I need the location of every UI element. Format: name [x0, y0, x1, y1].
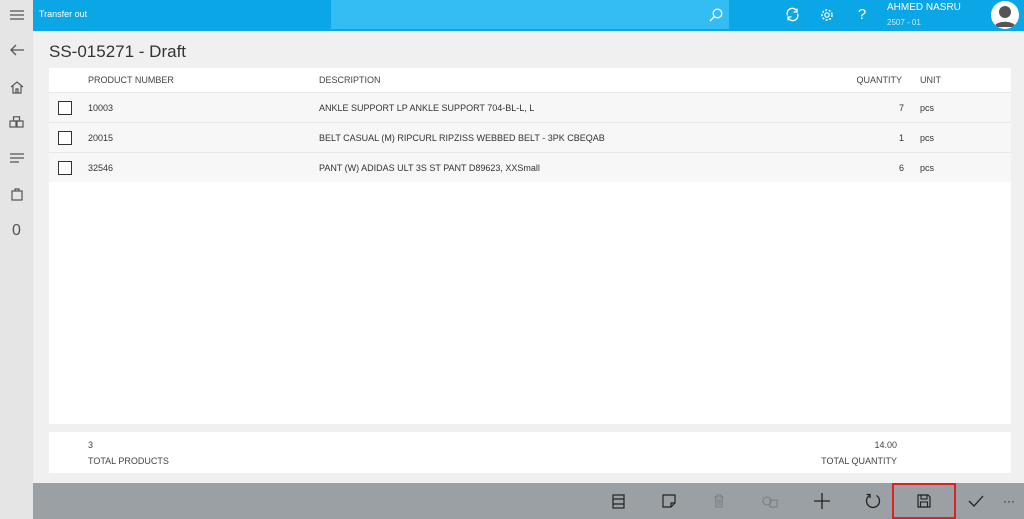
navigation-rail: 0	[0, 0, 33, 519]
product-description: ANKLE SUPPORT LP ANKLE SUPPORT 704-BL-L,…	[319, 103, 535, 113]
row-checkbox[interactable]	[58, 101, 72, 115]
app-window: 0 Transfer out ? AHMED NASRU 2507 - 01 S…	[0, 0, 1024, 519]
table-row[interactable]: 10003 ANKLE SUPPORT LP ANKLE SUPPORT 704…	[49, 92, 1011, 122]
product-description: BELT CASUAL (M) RIPCURL RIPZISS WEBBED B…	[319, 133, 605, 143]
shopping-bag-icon[interactable]	[0, 179, 33, 209]
table-row[interactable]: 32546 PANT (W) ADIDAS ULT 3S ST PANT D89…	[49, 152, 1011, 182]
product-number: 20015	[88, 133, 114, 143]
details-icon[interactable]	[598, 483, 638, 519]
product-description: PANT (W) ADIDAS ULT 3S ST PANT D89623, X…	[319, 163, 540, 173]
product-unit: pcs	[920, 133, 935, 143]
help-icon[interactable]: ?	[849, 0, 875, 29]
products-icon[interactable]	[0, 107, 33, 137]
delete-icon[interactable]	[699, 483, 739, 519]
add-icon[interactable]	[802, 483, 842, 519]
avatar[interactable]	[991, 1, 1019, 29]
product-unit: pcs	[920, 163, 935, 173]
column-header-description[interactable]: DESCRIPTION	[319, 75, 381, 85]
total-quantity-label: TOTAL QUANTITY	[821, 456, 897, 466]
save-icon[interactable]	[892, 483, 956, 519]
column-header-quantity[interactable]: QUANTITY	[856, 75, 902, 85]
hamburger-menu-icon[interactable]	[0, 0, 33, 30]
top-bar: Transfer out ? AHMED NASRU 2507 - 01	[33, 0, 1024, 31]
total-quantity-value: 14.00	[874, 440, 897, 450]
note-icon[interactable]	[649, 483, 689, 519]
sync-icon[interactable]	[779, 0, 805, 29]
cart-count-value: 0	[12, 222, 21, 239]
row-checkbox[interactable]	[58, 131, 72, 145]
page-title: SS-015271 - Draft	[49, 42, 187, 61]
more-options-icon[interactable]: ···	[995, 483, 1023, 519]
row-checkbox[interactable]	[58, 161, 72, 175]
commit-checkmark-icon[interactable]	[956, 483, 996, 519]
product-quantity: 7	[898, 103, 904, 113]
product-number: 10003	[88, 103, 114, 113]
store-register: 2507 - 01	[887, 18, 921, 27]
product-number: 32546	[88, 163, 114, 173]
packing-icon[interactable]	[750, 483, 790, 519]
search-icon[interactable]	[702, 0, 730, 29]
table-row[interactable]: 20015 BELT CASUAL (M) RIPCURL RIPZISS WE…	[49, 122, 1011, 152]
settings-gear-icon[interactable]	[814, 0, 840, 29]
product-unit: pcs	[920, 103, 935, 113]
app-title: Transfer out	[39, 9, 88, 19]
list-icon[interactable]	[0, 143, 33, 173]
total-products-label: TOTAL PRODUCTS	[88, 456, 169, 466]
product-lines-grid: PRODUCT NUMBER DESCRIPTION QUANTITY UNIT…	[49, 68, 1011, 424]
column-header-product-number[interactable]: PRODUCT NUMBER	[88, 75, 174, 85]
total-products-value: 3	[88, 440, 94, 450]
command-bar: ···	[33, 483, 1024, 519]
search-input[interactable]	[331, 0, 729, 29]
product-quantity: 6	[898, 163, 904, 173]
totals-summary: 3 TOTAL PRODUCTS 14.00 TOTAL QUANTITY	[49, 432, 1011, 473]
back-arrow-icon[interactable]	[0, 35, 33, 65]
column-header-unit[interactable]: UNIT	[920, 75, 941, 85]
grid-header: PRODUCT NUMBER DESCRIPTION QUANTITY UNIT	[49, 68, 1011, 92]
cart-count[interactable]: 0	[0, 216, 33, 246]
user-name: AHMED NASRU	[887, 2, 961, 13]
product-quantity: 1	[898, 133, 904, 143]
home-icon[interactable]	[0, 72, 33, 102]
refresh-icon[interactable]	[853, 483, 893, 519]
